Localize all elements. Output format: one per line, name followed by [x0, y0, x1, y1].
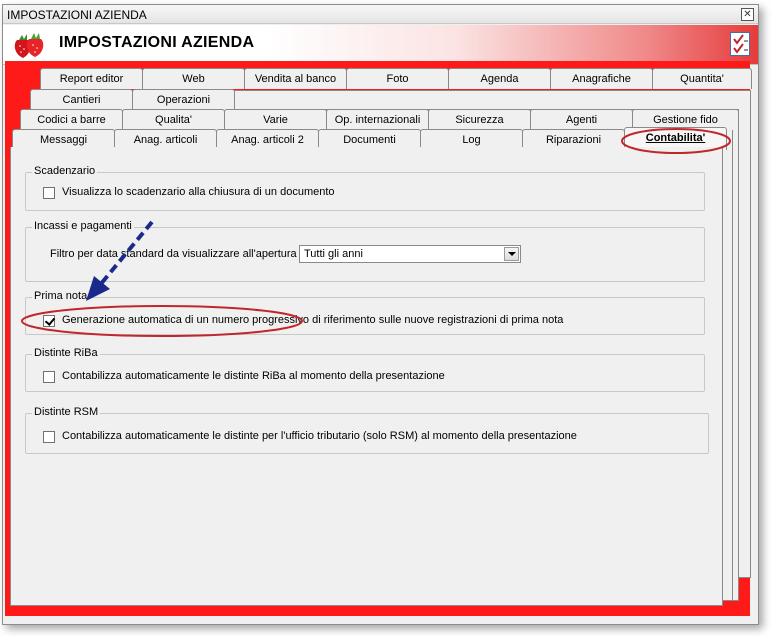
group-distinte-riba: Distinte RiBa Contabilizza automaticamen…: [25, 347, 705, 392]
rsm-checkbox[interactable]: [43, 431, 55, 443]
group-legend: Distinte RiBa: [32, 347, 100, 359]
group-legend: Prima nota: [32, 290, 90, 302]
tab-qualita[interactable]: Qualita': [122, 109, 225, 130]
filter-date-select[interactable]: Tutti gli anni: [299, 245, 521, 263]
scadenzario-label: Visualizza lo scadenzario alla chiusura …: [62, 186, 335, 198]
prima-nota-checkbox[interactable]: [43, 315, 55, 327]
tab-web[interactable]: Web: [142, 68, 245, 89]
group-legend: Distinte RSM: [32, 406, 101, 418]
chevron-down-icon[interactable]: [504, 247, 519, 261]
tab-operazioni[interactable]: Operazioni: [132, 89, 235, 110]
group-distinte-rsm: Distinte RSM Contabilizza automaticament…: [25, 406, 709, 454]
tab-sicurezza[interactable]: Sicurezza: [428, 109, 531, 130]
strawberries-icon: [14, 33, 44, 58]
filter-label: Filtro per data standard da visualizzare…: [50, 248, 303, 260]
group-legend: Incassi e pagamenti: [32, 220, 134, 232]
prima-nota-label: Generazione automatica di un numero prog…: [62, 314, 564, 326]
filter-date-value: Tutti gli anni: [304, 248, 363, 260]
tab-cantieri[interactable]: Cantieri: [30, 89, 133, 110]
header-banner: IMPOSTAZIONI AZIENDA: [3, 25, 758, 65]
tab-foto[interactable]: Foto: [346, 68, 449, 89]
checklist-icon[interactable]: [730, 32, 750, 56]
riba-checkbox[interactable]: [43, 371, 55, 383]
tab-anagrafiche[interactable]: Anagrafiche: [550, 68, 653, 89]
tab-quantita[interactable]: Quantita': [652, 68, 752, 89]
tab-page-contabilita: Scadenzario Visualizza lo scadenzario al…: [10, 147, 723, 606]
riba-label: Contabilizza automaticamente le distinte…: [62, 370, 445, 382]
page-heading: IMPOSTAZIONI AZIENDA: [59, 34, 255, 51]
window-title: IMPOSTAZIONI AZIENDA: [7, 8, 147, 22]
scadenzario-checkbox[interactable]: [43, 187, 55, 199]
group-prima-nota: Prima nota Generazione automatica di un …: [25, 290, 705, 335]
group-legend: Scadenzario: [32, 165, 98, 177]
tab-agenda[interactable]: Agenda: [448, 68, 551, 89]
tab-varie[interactable]: Varie: [224, 109, 327, 130]
tab-codici-a-barre[interactable]: Codici a barre: [20, 109, 123, 130]
title-bar: IMPOSTAZIONI AZIENDA ✕: [3, 5, 758, 24]
tab-report-editor[interactable]: Report editor: [40, 68, 143, 89]
rsm-label: Contabilizza automaticamente le distinte…: [62, 430, 577, 442]
tab-op-internazionali[interactable]: Op. internazionali: [326, 109, 429, 130]
close-icon[interactable]: ✕: [741, 8, 754, 21]
group-incassi-pagamenti: Incassi e pagamenti Filtro per data stan…: [25, 220, 705, 282]
tab-agenti[interactable]: Agenti: [530, 109, 633, 130]
group-scadenzario: Scadenzario Visualizza lo scadenzario al…: [25, 165, 705, 211]
tab-vendita-al-banco[interactable]: Vendita al banco: [244, 68, 347, 89]
